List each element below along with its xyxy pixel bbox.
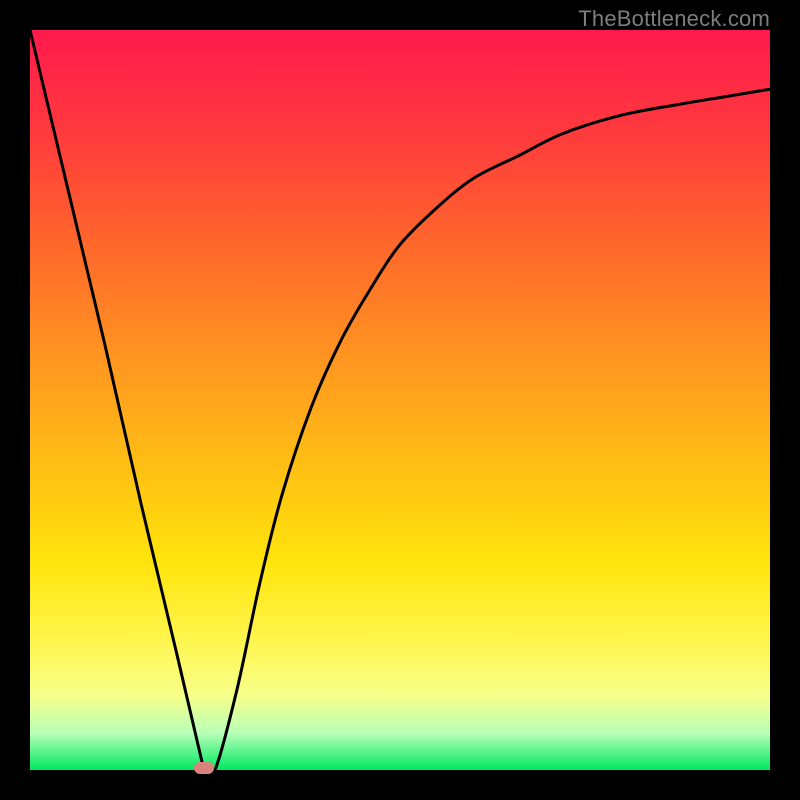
minimum-marker — [194, 762, 214, 774]
watermark-text: TheBottleneck.com — [578, 6, 770, 32]
curve-svg — [30, 30, 770, 770]
chart-frame: TheBottleneck.com — [0, 0, 800, 800]
bottleneck-curve — [30, 30, 770, 770]
plot-area — [30, 30, 770, 770]
